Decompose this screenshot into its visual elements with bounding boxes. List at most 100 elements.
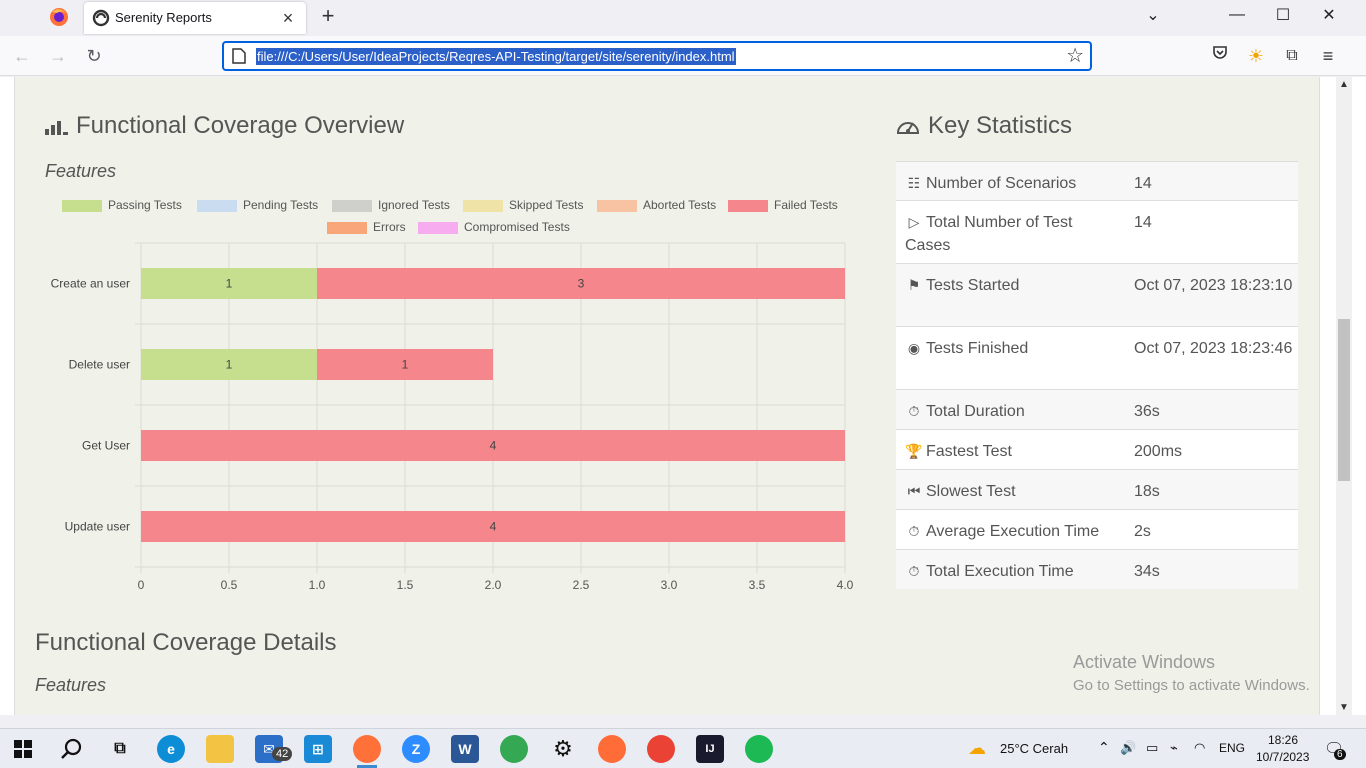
minimize-icon[interactable]: — [1214, 0, 1260, 30]
volume-icon[interactable]: 🔊 [1120, 740, 1136, 756]
menu-icon[interactable]: ≡ [1316, 44, 1340, 68]
intellij-icon[interactable]: IJ [696, 735, 724, 763]
x-tick-label: 3.0 [661, 578, 678, 592]
legend-swatch [197, 200, 237, 212]
bar-chart-icon [45, 121, 68, 135]
category-label: Create an user [51, 277, 130, 291]
tab-title: Serenity Reports [115, 10, 212, 25]
address-bar[interactable]: file:///C:/Users/User/IdeaProjects/Reqre… [222, 41, 1092, 71]
power-icon[interactable]: ⌁ [1170, 740, 1178, 756]
list-all-tabs-icon[interactable]: ⌄ [1130, 0, 1176, 30]
forward-icon[interactable]: → [46, 44, 70, 68]
firefox-taskbar-icon[interactable] [353, 735, 381, 768]
tray-chevron-icon[interactable]: ⌃ [1098, 739, 1110, 756]
mail-badge: 42 [272, 747, 293, 761]
legend-label: Skipped Tests [509, 198, 584, 212]
activate-windows-title: Activate Windows [1073, 652, 1216, 672]
stat-label-cell: ◉ Tests Finished [905, 337, 1120, 360]
stat-row: ◉ Tests Finished Oct 07, 2023 18:23:46 [896, 326, 1298, 389]
weather-text[interactable]: 25°C Cerah [1000, 741, 1068, 756]
extensions-icon[interactable]: ⧉ [1280, 44, 1304, 68]
stat-row: ⏮ Slowest Test 18s [896, 469, 1298, 509]
x-tick-label: 3.5 [749, 578, 766, 592]
list-icon: ☷ [907, 175, 921, 191]
firefox-icon[interactable] [48, 6, 70, 28]
x-tick-label: 2.0 [485, 578, 502, 592]
browser-tab-bar: Serenity Reports × + ⌄ — ☐ ✕ [0, 0, 1366, 36]
url-text[interactable]: file:///C:/Users/User/IdeaProjects/Reqre… [256, 48, 736, 65]
battery-icon[interactable]: ▭ [1146, 740, 1158, 756]
zoom-icon[interactable]: Z [402, 735, 430, 763]
stat-value: 2s [1134, 523, 1151, 540]
bookmark-star-icon[interactable]: ☆ [1066, 45, 1084, 67]
windows-taskbar: ⧉ e ✉ 42 ⊞ Z W ⚙ IJ ☁ 25°C Cerah ⌃ 🔊 ▭ ⌁… [0, 728, 1366, 768]
new-tab-icon[interactable]: + [316, 4, 340, 28]
postman-icon[interactable] [598, 735, 626, 763]
coverage-bar-chart: 0 0.5 1.0 1.5 2.0 2.5 3.0 3.5 4.0 Create an user 1… [51, 242, 854, 592]
coverage-title: Functional Coverage Overview [76, 112, 405, 139]
stat-label: Total Execution Time [926, 563, 1074, 580]
stopwatch-solid-icon: ⏱ [908, 563, 920, 579]
stat-label: Slowest Test [926, 483, 1016, 500]
legend-label: Passing Tests [108, 198, 182, 212]
legend-label: Failed Tests [774, 198, 838, 212]
windows-start-icon[interactable] [14, 740, 32, 758]
page-scrollbar[interactable]: ▲ ▼ [1336, 77, 1352, 715]
scroll-up-icon[interactable]: ▲ [1336, 79, 1352, 90]
stat-label: Number of Scenarios [926, 175, 1077, 192]
search-icon[interactable] [61, 738, 83, 760]
pocket-icon[interactable] [1208, 44, 1232, 68]
legend-swatch [62, 200, 102, 212]
stopwatch-icon: ⏱ [908, 403, 920, 419]
language-indicator[interactable]: ENG [1219, 741, 1245, 755]
stat-value: Oct 07, 2023 18:23:46 [1134, 340, 1293, 357]
close-tab-icon[interactable]: × [278, 8, 298, 28]
key-stats-table: ☷ Number of Scenarios 14 ▷ Total Number of T… [896, 161, 1298, 589]
file-page-icon [232, 48, 246, 64]
theme-sun-icon[interactable]: ☀ [1244, 44, 1268, 68]
bar-value-label: 1 [226, 277, 233, 291]
chrome-profile-icon[interactable] [647, 735, 675, 763]
stat-value: Oct 07, 2023 18:23:10 [1134, 277, 1293, 294]
word-icon[interactable]: W [451, 735, 479, 763]
reload-icon[interactable]: ↻ [82, 44, 106, 68]
tab-serenity-reports[interactable]: Serenity Reports × [84, 2, 306, 34]
coverage-subtitle: Features [45, 161, 117, 181]
stat-label-cell: ☷ Number of Scenarios [905, 172, 1120, 195]
legend-swatch [463, 200, 503, 212]
wifi-icon[interactable]: ◠ [1194, 740, 1205, 756]
x-tick-label: 4.0 [837, 578, 854, 592]
clock-time[interactable]: 18:26 [1268, 733, 1298, 747]
settings-gear-icon[interactable]: ⚙ [549, 735, 577, 763]
maximize-icon[interactable]: ☐ [1260, 0, 1306, 30]
scroll-down-icon[interactable]: ▼ [1336, 702, 1352, 713]
back-icon[interactable]: ← [10, 44, 34, 68]
task-view-icon[interactable]: ⧉ [106, 735, 134, 763]
stat-row: ⏱ Total Duration 36s [896, 389, 1298, 429]
stat-row: 🏆 Fastest Test 200ms [896, 429, 1298, 469]
bar-value-label: 3 [578, 277, 585, 291]
close-window-icon[interactable]: ✕ [1306, 0, 1352, 30]
stat-row: ⏱ Average Execution Time 2s [896, 509, 1298, 549]
scrollbar-thumb[interactable] [1338, 319, 1350, 481]
chrome-icon[interactable] [500, 735, 528, 763]
stat-value: 34s [1134, 563, 1160, 580]
stop-circle-icon: ◉ [907, 340, 921, 356]
edge-icon[interactable]: e [157, 735, 185, 763]
store-icon[interactable]: ⊞ [304, 735, 332, 763]
details-title: Functional Coverage Details [35, 629, 337, 656]
notification-count: 6 [1334, 749, 1346, 760]
stat-value: 14 [1134, 175, 1152, 192]
stopwatch-icon: ⏱ [908, 523, 920, 539]
browser-nav-bar: ← → ↻ file:///C:/Users/User/IdeaProjects… [0, 36, 1366, 76]
category-label: Update user [65, 520, 130, 534]
weather-icon[interactable]: ☁ [968, 738, 986, 759]
file-explorer-icon[interactable] [206, 735, 234, 763]
clock-date[interactable]: 10/7/2023 [1256, 750, 1309, 764]
activate-windows-text: Go to Settings to activate Windows. [1073, 677, 1310, 694]
spotify-icon[interactable] [745, 735, 773, 763]
stat-label-cell: ⚑ Tests Started [905, 274, 1120, 297]
side-strip [1352, 77, 1366, 715]
step-backward-icon: ⏮ [907, 483, 921, 499]
stat-row: ▷ Total Number of Test Cases 14 [896, 200, 1298, 263]
